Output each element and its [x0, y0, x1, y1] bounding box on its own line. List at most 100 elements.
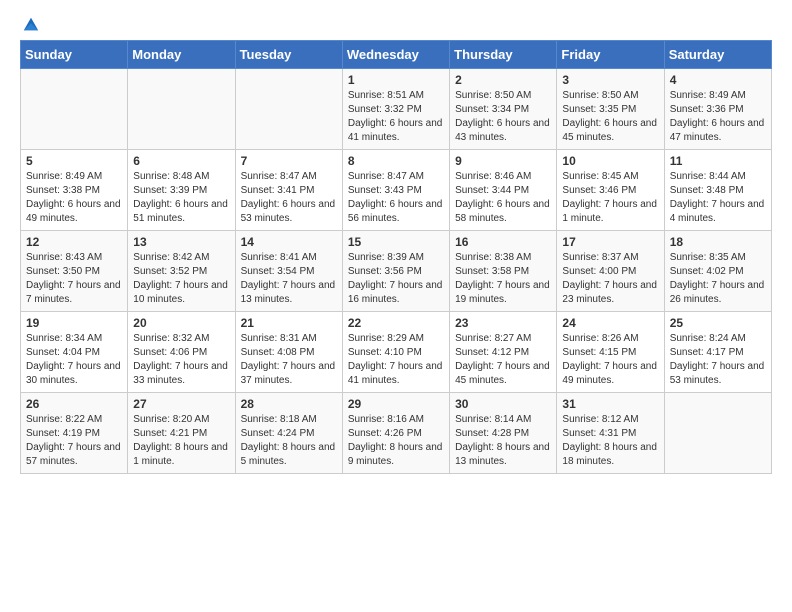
- day-number: 1: [348, 73, 444, 87]
- day-number: 17: [562, 235, 658, 249]
- calendar-table: SundayMondayTuesdayWednesdayThursdayFrid…: [20, 40, 772, 474]
- calendar-cell: 25 Sunrise: 8:24 AMSunset: 4:17 PMDayligh…: [664, 312, 771, 393]
- calendar-week-row: 26 Sunrise: 8:22 AMSunset: 4:19 PMDayligh…: [21, 393, 772, 474]
- calendar-cell: 4 Sunrise: 8:49 AMSunset: 3:36 PMDaylight…: [664, 69, 771, 150]
- day-number: 4: [670, 73, 766, 87]
- calendar-cell: 21 Sunrise: 8:31 AMSunset: 4:08 PMDayligh…: [235, 312, 342, 393]
- day-number: 27: [133, 397, 229, 411]
- day-info: Sunrise: 8:27 AMSunset: 4:12 PMDaylight:…: [455, 332, 551, 388]
- day-info: Sunrise: 8:46 AMSunset: 3:44 PMDaylight:…: [455, 170, 551, 226]
- day-number: 2: [455, 73, 551, 87]
- day-number: 19: [26, 316, 122, 330]
- calendar-cell: 10 Sunrise: 8:45 AMSunset: 3:46 PMDayligh…: [557, 150, 664, 231]
- day-info: Sunrise: 8:26 AMSunset: 4:15 PMDaylight:…: [562, 332, 658, 388]
- calendar-cell: [664, 393, 771, 474]
- day-number: 21: [241, 316, 337, 330]
- day-info: Sunrise: 8:24 AMSunset: 4:17 PMDaylight:…: [670, 332, 766, 388]
- calendar-cell: 2Sunrise: 8:50 AMSunset: 3:34 PMDaylight…: [450, 69, 557, 150]
- day-info: Sunrise: 8:47 AMSunset: 3:43 PMDaylight:…: [348, 170, 444, 226]
- calendar-week-row: 5 Sunrise: 8:49 AMSunset: 3:38 PMDaylight…: [21, 150, 772, 231]
- day-info: Sunrise: 8:22 AMSunset: 4:19 PMDaylight:…: [26, 413, 122, 469]
- day-info: Sunrise: 8:20 AMSunset: 4:21 PMDaylight:…: [133, 413, 229, 469]
- day-number: 15: [348, 235, 444, 249]
- day-number: 16: [455, 235, 551, 249]
- page-header: [20, 16, 772, 30]
- day-number: 28: [241, 397, 337, 411]
- calendar-cell: 8 Sunrise: 8:47 AMSunset: 3:43 PMDaylight…: [342, 150, 449, 231]
- day-number: 24: [562, 316, 658, 330]
- day-number: 29: [348, 397, 444, 411]
- day-number: 26: [26, 397, 122, 411]
- calendar-cell: 28Sunrise: 8:18 AMSunset: 4:24 PMDayligh…: [235, 393, 342, 474]
- calendar-cell: [128, 69, 235, 150]
- calendar-cell: 26 Sunrise: 8:22 AMSunset: 4:19 PMDayligh…: [21, 393, 128, 474]
- day-number: 8: [348, 154, 444, 168]
- calendar-week-row: 1 Sunrise: 8:51 AMSunset: 3:32 PMDaylight…: [21, 69, 772, 150]
- day-number: 30: [455, 397, 551, 411]
- weekday-header-saturday: Saturday: [664, 41, 771, 69]
- day-info: Sunrise: 8:51 AMSunset: 3:32 PMDaylight:…: [348, 89, 444, 145]
- day-number: 22: [348, 316, 444, 330]
- calendar-cell: [21, 69, 128, 150]
- calendar-cell: 24 Sunrise: 8:26 AMSunset: 4:15 PMDayligh…: [557, 312, 664, 393]
- calendar-cell: 5 Sunrise: 8:49 AMSunset: 3:38 PMDaylight…: [21, 150, 128, 231]
- weekday-header-sunday: Sunday: [21, 41, 128, 69]
- day-info: Sunrise: 8:48 AMSunset: 3:39 PMDaylight:…: [133, 170, 229, 226]
- day-info: Sunrise: 8:44 AMSunset: 3:48 PMDaylight:…: [670, 170, 766, 226]
- weekday-header-tuesday: Tuesday: [235, 41, 342, 69]
- day-number: 23: [455, 316, 551, 330]
- day-number: 25: [670, 316, 766, 330]
- calendar-cell: 22 Sunrise: 8:29 AMSunset: 4:10 PMDayligh…: [342, 312, 449, 393]
- day-info: Sunrise: 8:45 AMSunset: 3:46 PMDaylight:…: [562, 170, 658, 226]
- day-number: 5: [26, 154, 122, 168]
- calendar-cell: 7 Sunrise: 8:47 AMSunset: 3:41 PMDaylight…: [235, 150, 342, 231]
- day-number: 11: [670, 154, 766, 168]
- day-info: Sunrise: 8:31 AMSunset: 4:08 PMDaylight:…: [241, 332, 337, 388]
- weekday-header-friday: Friday: [557, 41, 664, 69]
- day-number: 6: [133, 154, 229, 168]
- day-info: Sunrise: 8:49 AMSunset: 3:38 PMDaylight:…: [26, 170, 122, 226]
- calendar-cell: 17 Sunrise: 8:37 AMSunset: 4:00 PMDayligh…: [557, 231, 664, 312]
- day-info: Sunrise: 8:41 AMSunset: 3:54 PMDaylight:…: [241, 251, 337, 307]
- calendar-week-row: 19 Sunrise: 8:34 AMSunset: 4:04 PMDayligh…: [21, 312, 772, 393]
- weekday-header-monday: Monday: [128, 41, 235, 69]
- calendar-cell: 19 Sunrise: 8:34 AMSunset: 4:04 PMDayligh…: [21, 312, 128, 393]
- day-number: 3: [562, 73, 658, 87]
- calendar-cell: 1 Sunrise: 8:51 AMSunset: 3:32 PMDaylight…: [342, 69, 449, 150]
- day-info: Sunrise: 8:50 AMSunset: 3:35 PMDaylight:…: [562, 89, 658, 145]
- day-info: Sunrise: 8:43 AMSunset: 3:50 PMDaylight:…: [26, 251, 122, 307]
- calendar-cell: [235, 69, 342, 150]
- calendar-week-row: 12Sunrise: 8:43 AMSunset: 3:50 PMDayligh…: [21, 231, 772, 312]
- calendar-cell: 31Sunrise: 8:12 AMSunset: 4:31 PMDayligh…: [557, 393, 664, 474]
- day-info: Sunrise: 8:14 AMSunset: 4:28 PMDaylight:…: [455, 413, 551, 469]
- day-number: 13: [133, 235, 229, 249]
- day-number: 18: [670, 235, 766, 249]
- day-info: Sunrise: 8:42 AMSunset: 3:52 PMDaylight:…: [133, 251, 229, 307]
- day-info: Sunrise: 8:29 AMSunset: 4:10 PMDaylight:…: [348, 332, 444, 388]
- day-info: Sunrise: 8:38 AMSunset: 3:58 PMDaylight:…: [455, 251, 551, 307]
- weekday-header-wednesday: Wednesday: [342, 41, 449, 69]
- calendar-cell: 29 Sunrise: 8:16 AMSunset: 4:26 PMDayligh…: [342, 393, 449, 474]
- day-number: 10: [562, 154, 658, 168]
- calendar-cell: 3 Sunrise: 8:50 AMSunset: 3:35 PMDaylight…: [557, 69, 664, 150]
- day-info: Sunrise: 8:49 AMSunset: 3:36 PMDaylight:…: [670, 89, 766, 145]
- day-number: 14: [241, 235, 337, 249]
- day-number: 7: [241, 154, 337, 168]
- weekday-header-row: SundayMondayTuesdayWednesdayThursdayFrid…: [21, 41, 772, 69]
- calendar-cell: 13 Sunrise: 8:42 AMSunset: 3:52 PMDayligh…: [128, 231, 235, 312]
- calendar-cell: 14 Sunrise: 8:41 AMSunset: 3:54 PMDayligh…: [235, 231, 342, 312]
- calendar-cell: 6 Sunrise: 8:48 AMSunset: 3:39 PMDaylight…: [128, 150, 235, 231]
- calendar-body: 1 Sunrise: 8:51 AMSunset: 3:32 PMDaylight…: [21, 69, 772, 474]
- calendar-cell: 23 Sunrise: 8:27 AMSunset: 4:12 PMDayligh…: [450, 312, 557, 393]
- day-info: Sunrise: 8:37 AMSunset: 4:00 PMDaylight:…: [562, 251, 658, 307]
- day-info: Sunrise: 8:16 AMSunset: 4:26 PMDaylight:…: [348, 413, 444, 469]
- logo: [20, 16, 40, 30]
- calendar-cell: 18Sunrise: 8:35 AMSunset: 4:02 PMDayligh…: [664, 231, 771, 312]
- day-number: 9: [455, 154, 551, 168]
- day-info: Sunrise: 8:12 AMSunset: 4:31 PMDaylight:…: [562, 413, 658, 469]
- day-info: Sunrise: 8:34 AMSunset: 4:04 PMDaylight:…: [26, 332, 122, 388]
- calendar-header: SundayMondayTuesdayWednesdayThursdayFrid…: [21, 41, 772, 69]
- calendar-cell: 12Sunrise: 8:43 AMSunset: 3:50 PMDayligh…: [21, 231, 128, 312]
- day-info: Sunrise: 8:47 AMSunset: 3:41 PMDaylight:…: [241, 170, 337, 226]
- calendar-cell: 9 Sunrise: 8:46 AMSunset: 3:44 PMDaylight…: [450, 150, 557, 231]
